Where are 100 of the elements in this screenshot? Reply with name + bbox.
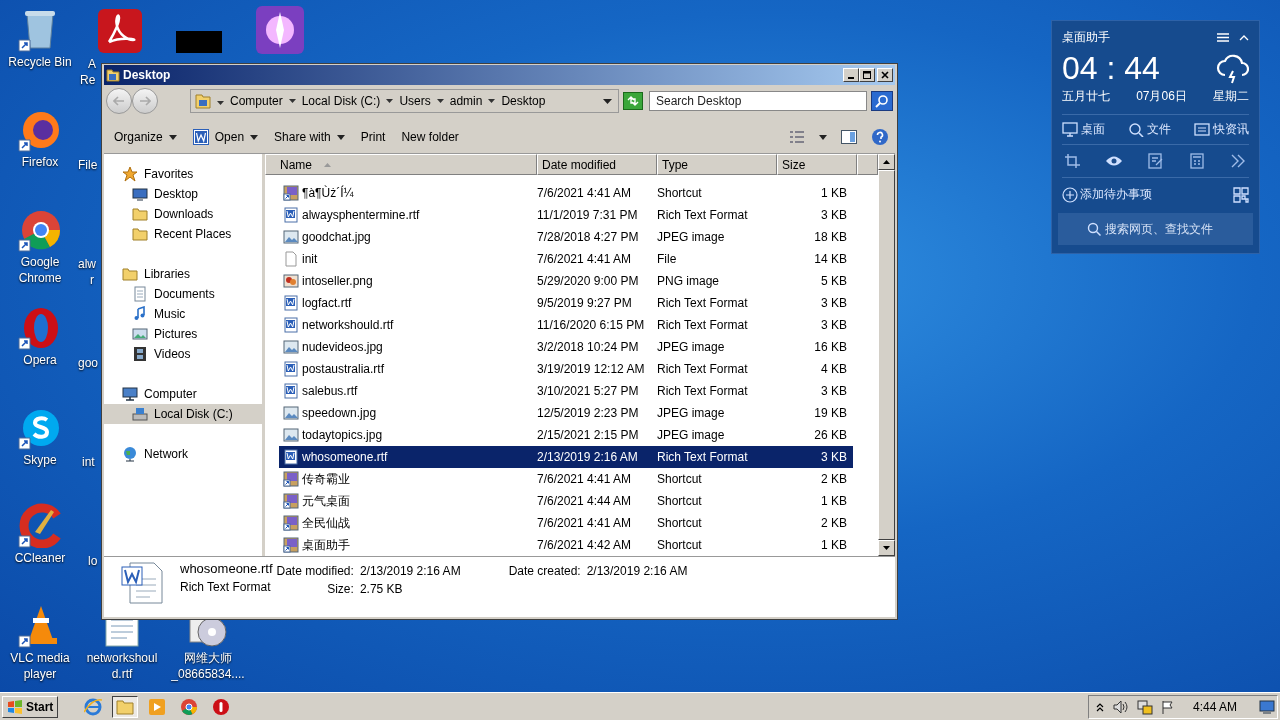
- file-row[interactable]: networkshould.rtf 11/16/2020 6:15 PM Rich Text Format 3 KB: [279, 314, 853, 336]
- column-header[interactable]: Size: [777, 154, 857, 175]
- note-icon[interactable]: [1146, 153, 1165, 169]
- flag-icon[interactable]: [1160, 699, 1175, 714]
- caret-icon[interactable]: [819, 134, 827, 140]
- shortcut-icon: [283, 493, 299, 509]
- breadcrumb[interactable]: Local Disk (C:): [301, 94, 381, 108]
- field-value: 2/13/2019 2:16 AM: [586, 564, 688, 578]
- column-header[interactable]: Type: [657, 154, 777, 175]
- sidebar-item[interactable]: Favorites: [104, 164, 262, 184]
- file-row[interactable]: todaytopics.jpg 2/15/2021 2:15 PM JPEG image 26 KB: [279, 424, 853, 446]
- network-icon[interactable]: [1136, 698, 1153, 715]
- widget-link[interactable]: 文件: [1128, 121, 1171, 138]
- dropdown-arrow-icon[interactable]: [603, 98, 612, 104]
- sidebar-item[interactable]: Computer: [104, 384, 262, 404]
- calculator-icon[interactable]: [1187, 153, 1206, 169]
- dropdown-arrow-icon[interactable]: [436, 99, 444, 103]
- dropdown-arrow-icon[interactable]: [488, 99, 496, 103]
- add-todo-button[interactable]: 添加待办事项: [1062, 186, 1152, 203]
- file-row[interactable]: salebus.rtf 3/10/2021 5:27 PM Rich Text Format 3 KB: [279, 380, 853, 402]
- pdf-app-icon[interactable]: [97, 8, 143, 54]
- column-header[interactable]: Date modified: [537, 154, 657, 175]
- sidebar-item[interactable]: Videos: [104, 344, 262, 364]
- sidebar-item[interactable]: Local Disk (C:): [104, 404, 262, 424]
- double-chevron-icon[interactable]: [1229, 153, 1247, 169]
- sidebar-item[interactable]: Libraries: [104, 264, 262, 284]
- sidebar-item[interactable]: Downloads: [104, 204, 262, 224]
- news-icon: [1194, 122, 1210, 137]
- show-desktop-button[interactable]: [1259, 699, 1275, 714]
- browser-icon: [84, 697, 103, 716]
- breadcrumb[interactable]: Computer: [230, 94, 283, 108]
- scroll-thumb[interactable]: [878, 169, 895, 541]
- search-field[interactable]: Search Desktop: [649, 91, 867, 111]
- sidebar-item[interactable]: Recent Places: [104, 224, 262, 244]
- web-search-field[interactable]: 搜索网页、查找文件: [1104, 222, 1225, 236]
- show-hidden-icons-icon[interactable]: [1094, 701, 1105, 712]
- file-name-cell: 桌面助手: [279, 536, 537, 554]
- file-row[interactable]: speedown.jpg 12/5/2019 2:23 PM JPEG image 19 KB: [279, 402, 853, 424]
- breadcrumb[interactable]: admin: [449, 94, 483, 108]
- crop-icon[interactable]: [1064, 153, 1082, 169]
- file-name-cell: logfact.rtf: [279, 295, 537, 311]
- date-cell-text: 7/28/2018 4:27 PM: [537, 230, 640, 244]
- file-row[interactable]: intoseller.png 5/29/2020 9:00 PM PNG image 5 KB: [279, 270, 853, 292]
- toolbar-button[interactable]: Organize: [110, 128, 181, 146]
- word-document-icon: [283, 295, 299, 311]
- start-button[interactable]: Start: [2, 695, 59, 718]
- qr-code-icon[interactable]: [1233, 186, 1249, 203]
- toolbar-button[interactable]: Print: [356, 128, 390, 146]
- sidebar-item[interactable]: Music: [104, 304, 262, 324]
- file-row[interactable]: 桌面助手 7/6/2021 4:42 AM Shortcut 1 KB: [279, 534, 853, 556]
- scroll-down-button[interactable]: [878, 540, 895, 556]
- dropdown-arrow-icon[interactable]: [217, 101, 224, 105]
- sidebar-item[interactable]: Documents: [104, 284, 262, 304]
- help-button[interactable]: [871, 128, 889, 146]
- web-search-bar[interactable]: 搜索网页、查找文件: [1058, 213, 1253, 245]
- file-row[interactable]: whosomeone.rtf 2/13/2019 2:16 AM Rich Text Format 3 KB: [279, 446, 853, 468]
- toolbar-button[interactable]: Share with: [270, 128, 349, 146]
- desktop-icon-label: 网维大师 _08665834....: [170, 650, 246, 682]
- collapse-icon[interactable]: [1239, 34, 1249, 41]
- sidebar-item[interactable]: Network: [104, 444, 262, 464]
- minimize-button[interactable]: [843, 68, 859, 82]
- file-row[interactable]: 全民仙战 7/6/2021 4:41 AM Shortcut 2 KB: [279, 512, 853, 534]
- speaker-icon[interactable]: [1112, 699, 1129, 714]
- file-row[interactable]: logfact.rtf 9/5/2019 9:27 PM Rich Text Format 3 KB: [279, 292, 853, 314]
- column-header[interactable]: Name: [265, 154, 537, 175]
- list-view-icon: [789, 131, 805, 143]
- ccleaner-icon[interactable]: [17, 502, 63, 548]
- file-row[interactable]: 传奇霸业 7/6/2021 4:41 AM Shortcut 2 KB: [279, 468, 853, 490]
- maximize-button[interactable]: [859, 68, 875, 82]
- toolbar-button[interactable]: New folder: [397, 128, 463, 146]
- menu-icon[interactable]: [1217, 33, 1229, 42]
- search-button[interactable]: [871, 91, 893, 111]
- file-row[interactable]: goodchat.jpg 7/28/2018 4:27 PM JPEG image 18 KB: [279, 226, 853, 248]
- folder-icon: [122, 266, 138, 282]
- widget-link[interactable]: 桌面: [1062, 121, 1105, 138]
- dropdown-arrow-icon[interactable]: [288, 99, 296, 103]
- refresh-button[interactable]: [623, 92, 643, 110]
- size-cell-text: 2 KB: [820, 516, 847, 530]
- file-row[interactable]: nudevideos.jpg 3/2/2018 10:24 PM JPEG image 16 KB: [279, 336, 853, 358]
- breadcrumb[interactable]: Desktop: [501, 94, 546, 108]
- scroll-up-button[interactable]: [878, 154, 895, 170]
- file-name-cell: salebus.rtf: [279, 383, 537, 399]
- file-row[interactable]: postaustralia.rtf 3/19/2019 12:12 AM Rich Text Format 4 KB: [279, 358, 853, 380]
- file-row[interactable]: ¶à¶Ùż´Í¼ 7/6/2021 4:41 AM Shortcut 1 KB: [279, 182, 853, 204]
- address-bar[interactable]: Computer Local Disk (C:) Users admin Desktop: [190, 89, 619, 113]
- taskbar-folder-icon[interactable]: [112, 695, 139, 718]
- sidebar-item[interactable]: Pictures: [104, 324, 262, 344]
- dropdown-arrow-icon[interactable]: [386, 99, 394, 103]
- taskbar-clock[interactable]: 4:44 AM: [1192, 699, 1237, 714]
- document-icon[interactable]: [102, 620, 142, 648]
- widget-link[interactable]: 快资讯: [1194, 121, 1249, 138]
- file-row[interactable]: alwaysphentermine.rtf 11/1/2019 7:31 PM Rich Text Format 3 KB: [279, 204, 853, 226]
- close-button[interactable]: [877, 68, 893, 82]
- desktop-icon-label: File: [78, 157, 98, 173]
- file-row[interactable]: init 7/6/2021 4:41 AM File 14 KB: [279, 248, 853, 270]
- toolbar-button[interactable]: Open: [188, 127, 263, 147]
- game-app-icon[interactable]: [256, 6, 304, 54]
- file-row[interactable]: 元气桌面 7/6/2021 4:44 AM Shortcut 1 KB: [279, 490, 853, 512]
- breadcrumb[interactable]: Users: [399, 94, 431, 108]
- sidebar-item[interactable]: Desktop: [104, 184, 262, 204]
